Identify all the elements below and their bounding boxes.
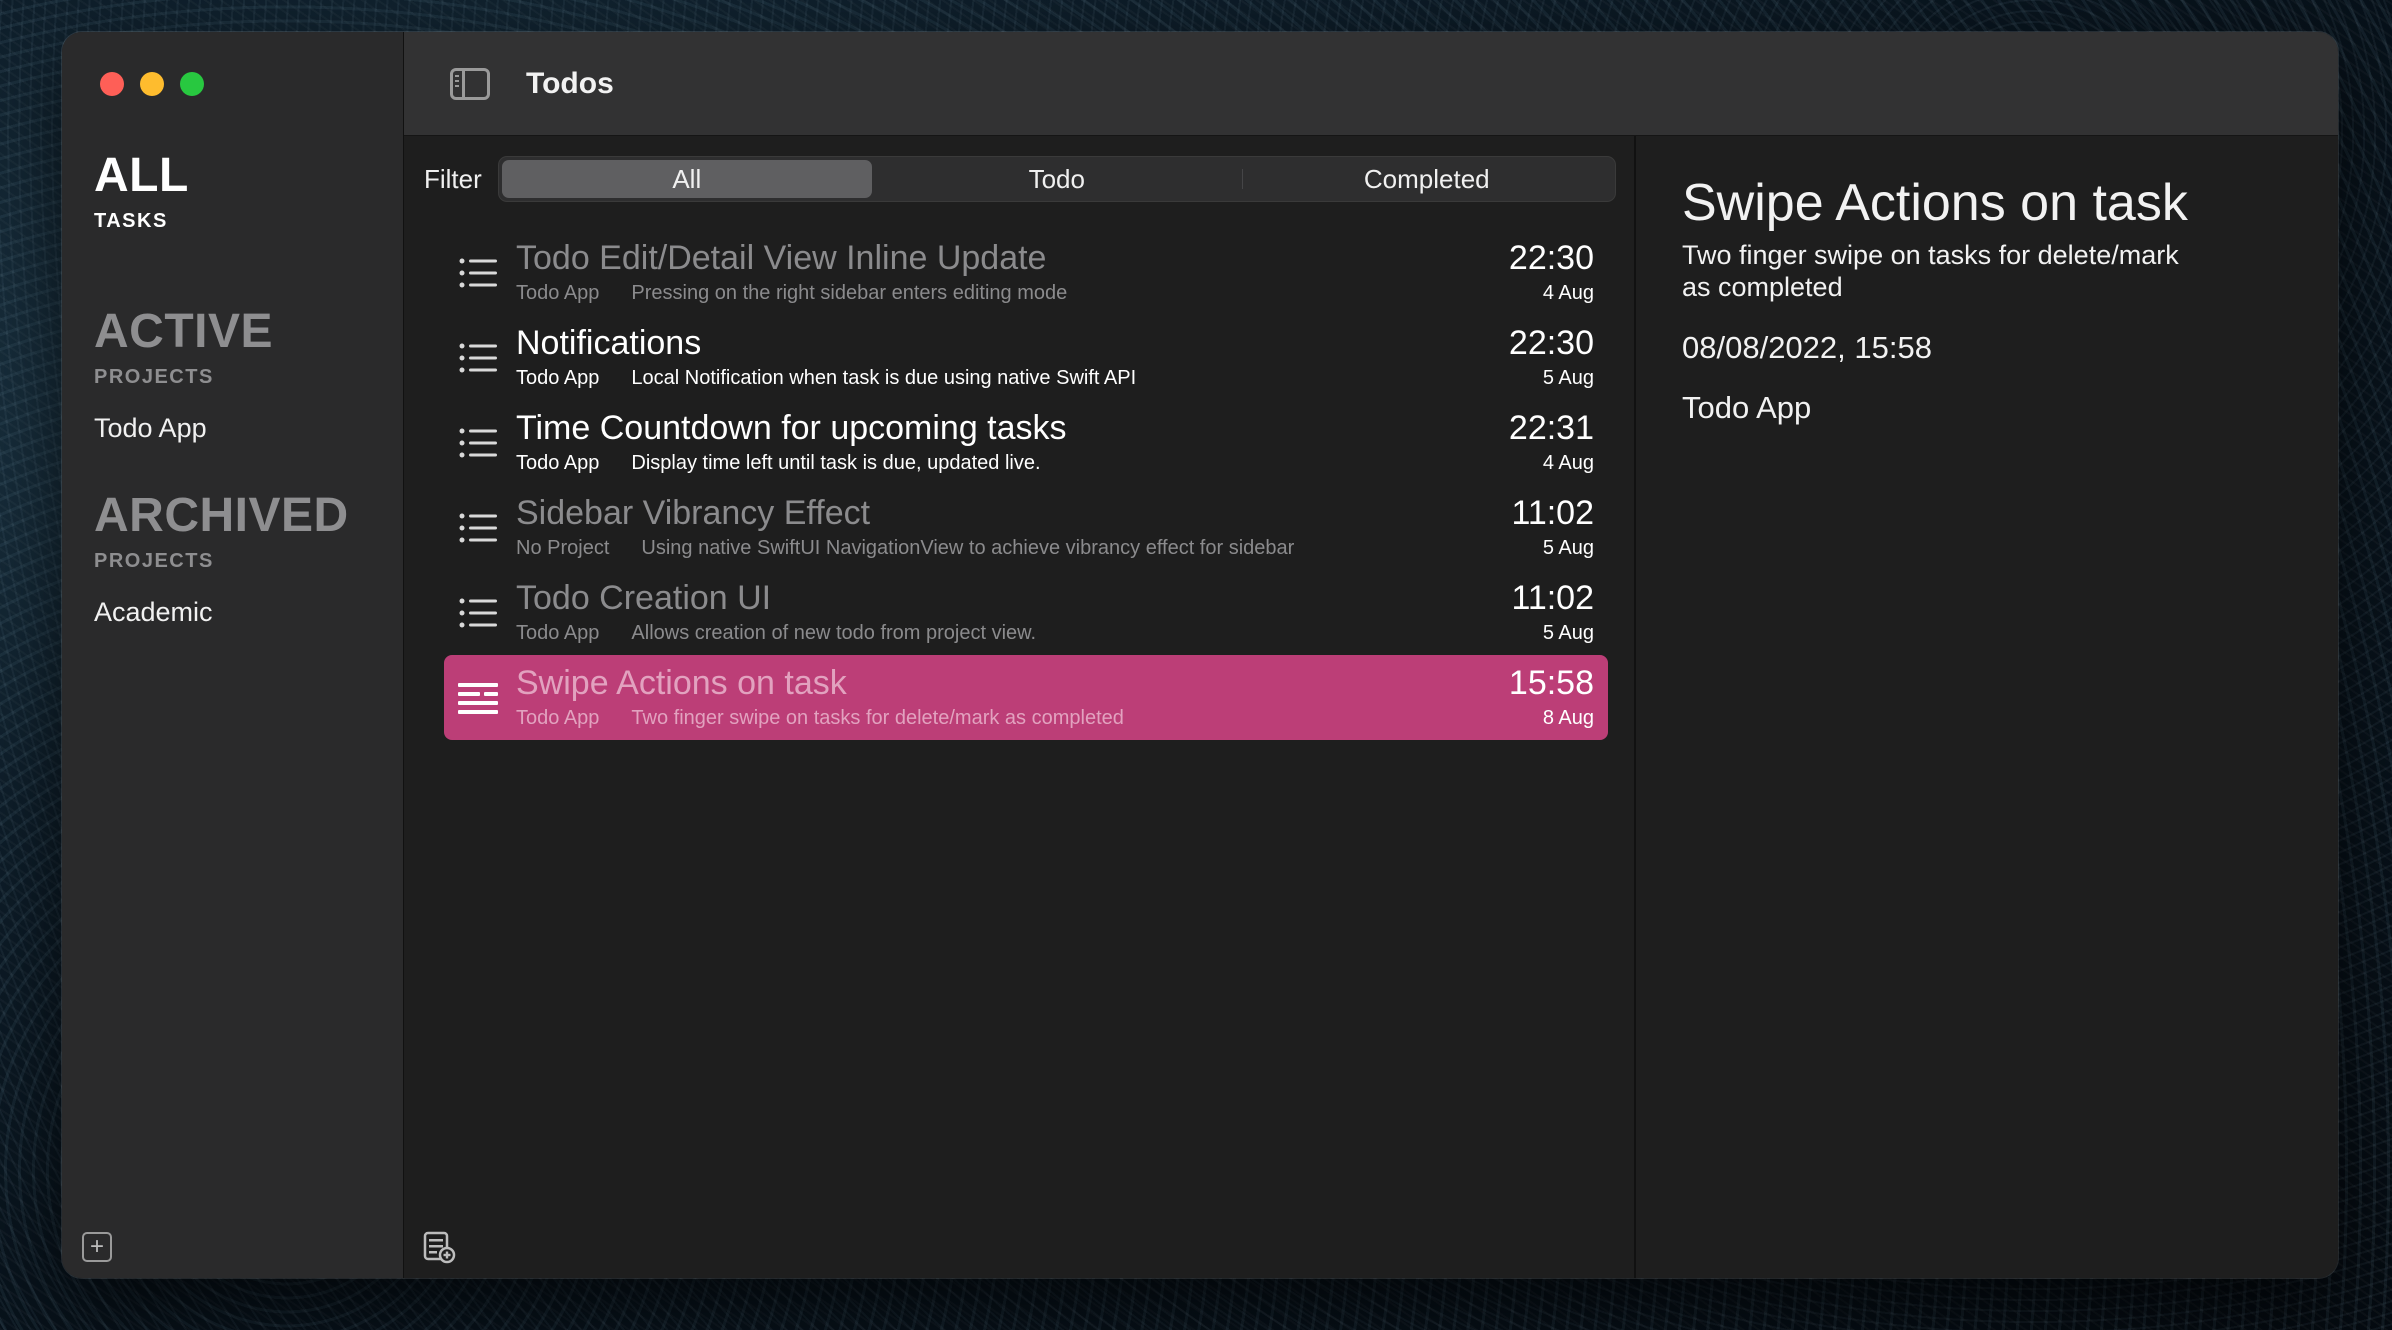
todo-date: 5 Aug	[1542, 366, 1594, 389]
todo-title: Notifications	[516, 324, 702, 363]
todo-project: No Project	[516, 536, 610, 559]
filter-completed-tab[interactable]: Completed	[1241, 160, 1612, 198]
list-bullet-icon	[456, 421, 500, 465]
list-bullet-icon	[456, 506, 500, 550]
window-title: Todos	[526, 66, 614, 100]
todo-time: 11:02	[1511, 494, 1594, 533]
todo-date: 4 Aug	[1542, 281, 1594, 304]
toolbar: Todos	[404, 32, 2338, 136]
close-button[interactable]	[100, 72, 124, 96]
todo-title: Todo Creation UI	[516, 579, 772, 618]
todo-project: Todo App	[516, 451, 600, 474]
todo-title: Sidebar Vibrancy Effect	[516, 494, 871, 533]
content: Filter All Todo Completed Todo Edit/Deta…	[404, 136, 2338, 1278]
text-alignleft-icon	[456, 676, 500, 720]
todo-time: 15:58	[1508, 664, 1594, 703]
todo-time: 22:31	[1508, 409, 1594, 448]
todo-description: Using native SwiftUI NavigationView to a…	[641, 536, 1295, 559]
detail-pane: Swipe Actions on task Two finger swipe o…	[1636, 136, 2338, 1278]
sidebar-active-projects: ACTIVE PROJECTS Todo App	[94, 308, 273, 444]
todo-title: Time Countdown for upcoming tasks	[516, 409, 1067, 448]
sidebar-active-sub: PROJECTS	[94, 366, 214, 388]
detail-project[interactable]: Todo App	[1682, 390, 2292, 426]
todo-time: 22:30	[1508, 324, 1594, 363]
todo-row-selected[interactable]: Swipe Actions on task Todo App Two finge…	[444, 655, 1608, 740]
todo-date: 4 Aug	[1542, 451, 1594, 474]
detail-due-date[interactable]: 08/08/2022, 15:58	[1682, 330, 2292, 366]
minimize-button[interactable]	[140, 72, 164, 96]
todo-title: Swipe Actions on task	[516, 664, 847, 703]
list-bullet-icon	[456, 591, 500, 635]
todo-description: Allows creation of new todo from project…	[631, 621, 1037, 644]
sidebar-all-tasks[interactable]: ALL TASKS	[94, 152, 189, 233]
sidebar-item-academic[interactable]: Academic	[94, 597, 349, 628]
todo-time: 22:30	[1508, 239, 1594, 278]
sidebar: ALL TASKS ACTIVE PROJECTS Todo App ARCHI…	[62, 32, 404, 1278]
todo-row[interactable]: Time Countdown for upcoming tasks Todo A…	[444, 400, 1608, 485]
todo-row[interactable]: Todo Edit/Detail View Inline Update Todo…	[444, 230, 1608, 315]
sidebar-archived-heading: ARCHIVED	[94, 489, 349, 542]
sidebar-item-todo-app[interactable]: Todo App	[94, 413, 273, 444]
todo-project: Todo App	[516, 366, 600, 389]
filter-row: Filter All Todo Completed	[424, 156, 1616, 202]
todo-date: 5 Aug	[1542, 621, 1594, 644]
sidebar-toggle-icon[interactable]	[450, 67, 490, 100]
todo-row[interactable]: Notifications Todo App Local Notificatio…	[444, 315, 1608, 400]
filter-segmented-control: All Todo Completed	[497, 156, 1616, 202]
detail-title[interactable]: Swipe Actions on task	[1682, 174, 2292, 234]
todo-title: Todo Edit/Detail View Inline Update	[516, 239, 1047, 278]
list-bullet-icon	[456, 336, 500, 380]
window-controls	[100, 72, 204, 96]
todo-list: Todo Edit/Detail View Inline Update Todo…	[444, 230, 1608, 740]
sidebar-all-sub: TASKS	[94, 210, 168, 232]
todo-time: 11:02	[1511, 579, 1594, 618]
zoom-button[interactable]	[180, 72, 204, 96]
detail-description[interactable]: Two finger swipe on tasks for delete/mar…	[1682, 240, 2202, 304]
todo-project: Todo App	[516, 706, 600, 729]
plus-square-icon: +	[89, 1233, 104, 1260]
todo-description: Display time left until task is due, upd…	[631, 451, 1041, 474]
filter-label: Filter	[424, 163, 482, 194]
sidebar-archived-sub: PROJECTS	[94, 550, 214, 572]
todo-description: Pressing on the right sidebar enters edi…	[631, 281, 1068, 304]
add-project-button[interactable]: +	[82, 1232, 112, 1262]
todo-row[interactable]: Todo Creation UI Todo App Allows creatio…	[444, 570, 1608, 655]
main-area: Todos Filter All Todo Completed Todo Edi…	[404, 32, 2338, 1278]
app-window: ALL TASKS ACTIVE PROJECTS Todo App ARCHI…	[62, 32, 2338, 1278]
todo-project: Todo App	[516, 281, 600, 304]
todo-description: Local Notification when task is due usin…	[631, 366, 1137, 389]
todo-list-pane: Filter All Todo Completed Todo Edit/Deta…	[404, 136, 1636, 1278]
todo-date: 8 Aug	[1542, 706, 1594, 729]
new-todo-icon[interactable]	[422, 1230, 456, 1264]
filter-todo-tab[interactable]: Todo	[872, 160, 1242, 198]
todo-date: 5 Aug	[1542, 536, 1594, 559]
sidebar-archived-projects: ARCHIVED PROJECTS Academic	[94, 492, 349, 628]
sidebar-active-heading: ACTIVE	[94, 305, 274, 358]
list-bullet-icon	[456, 251, 500, 295]
todo-row[interactable]: Sidebar Vibrancy Effect No Project Using…	[444, 485, 1608, 570]
todo-project: Todo App	[516, 621, 600, 644]
todo-description: Two finger swipe on tasks for delete/mar…	[631, 706, 1124, 729]
sidebar-all-heading: ALL	[94, 149, 189, 202]
filter-all-tab[interactable]: All	[501, 160, 872, 198]
